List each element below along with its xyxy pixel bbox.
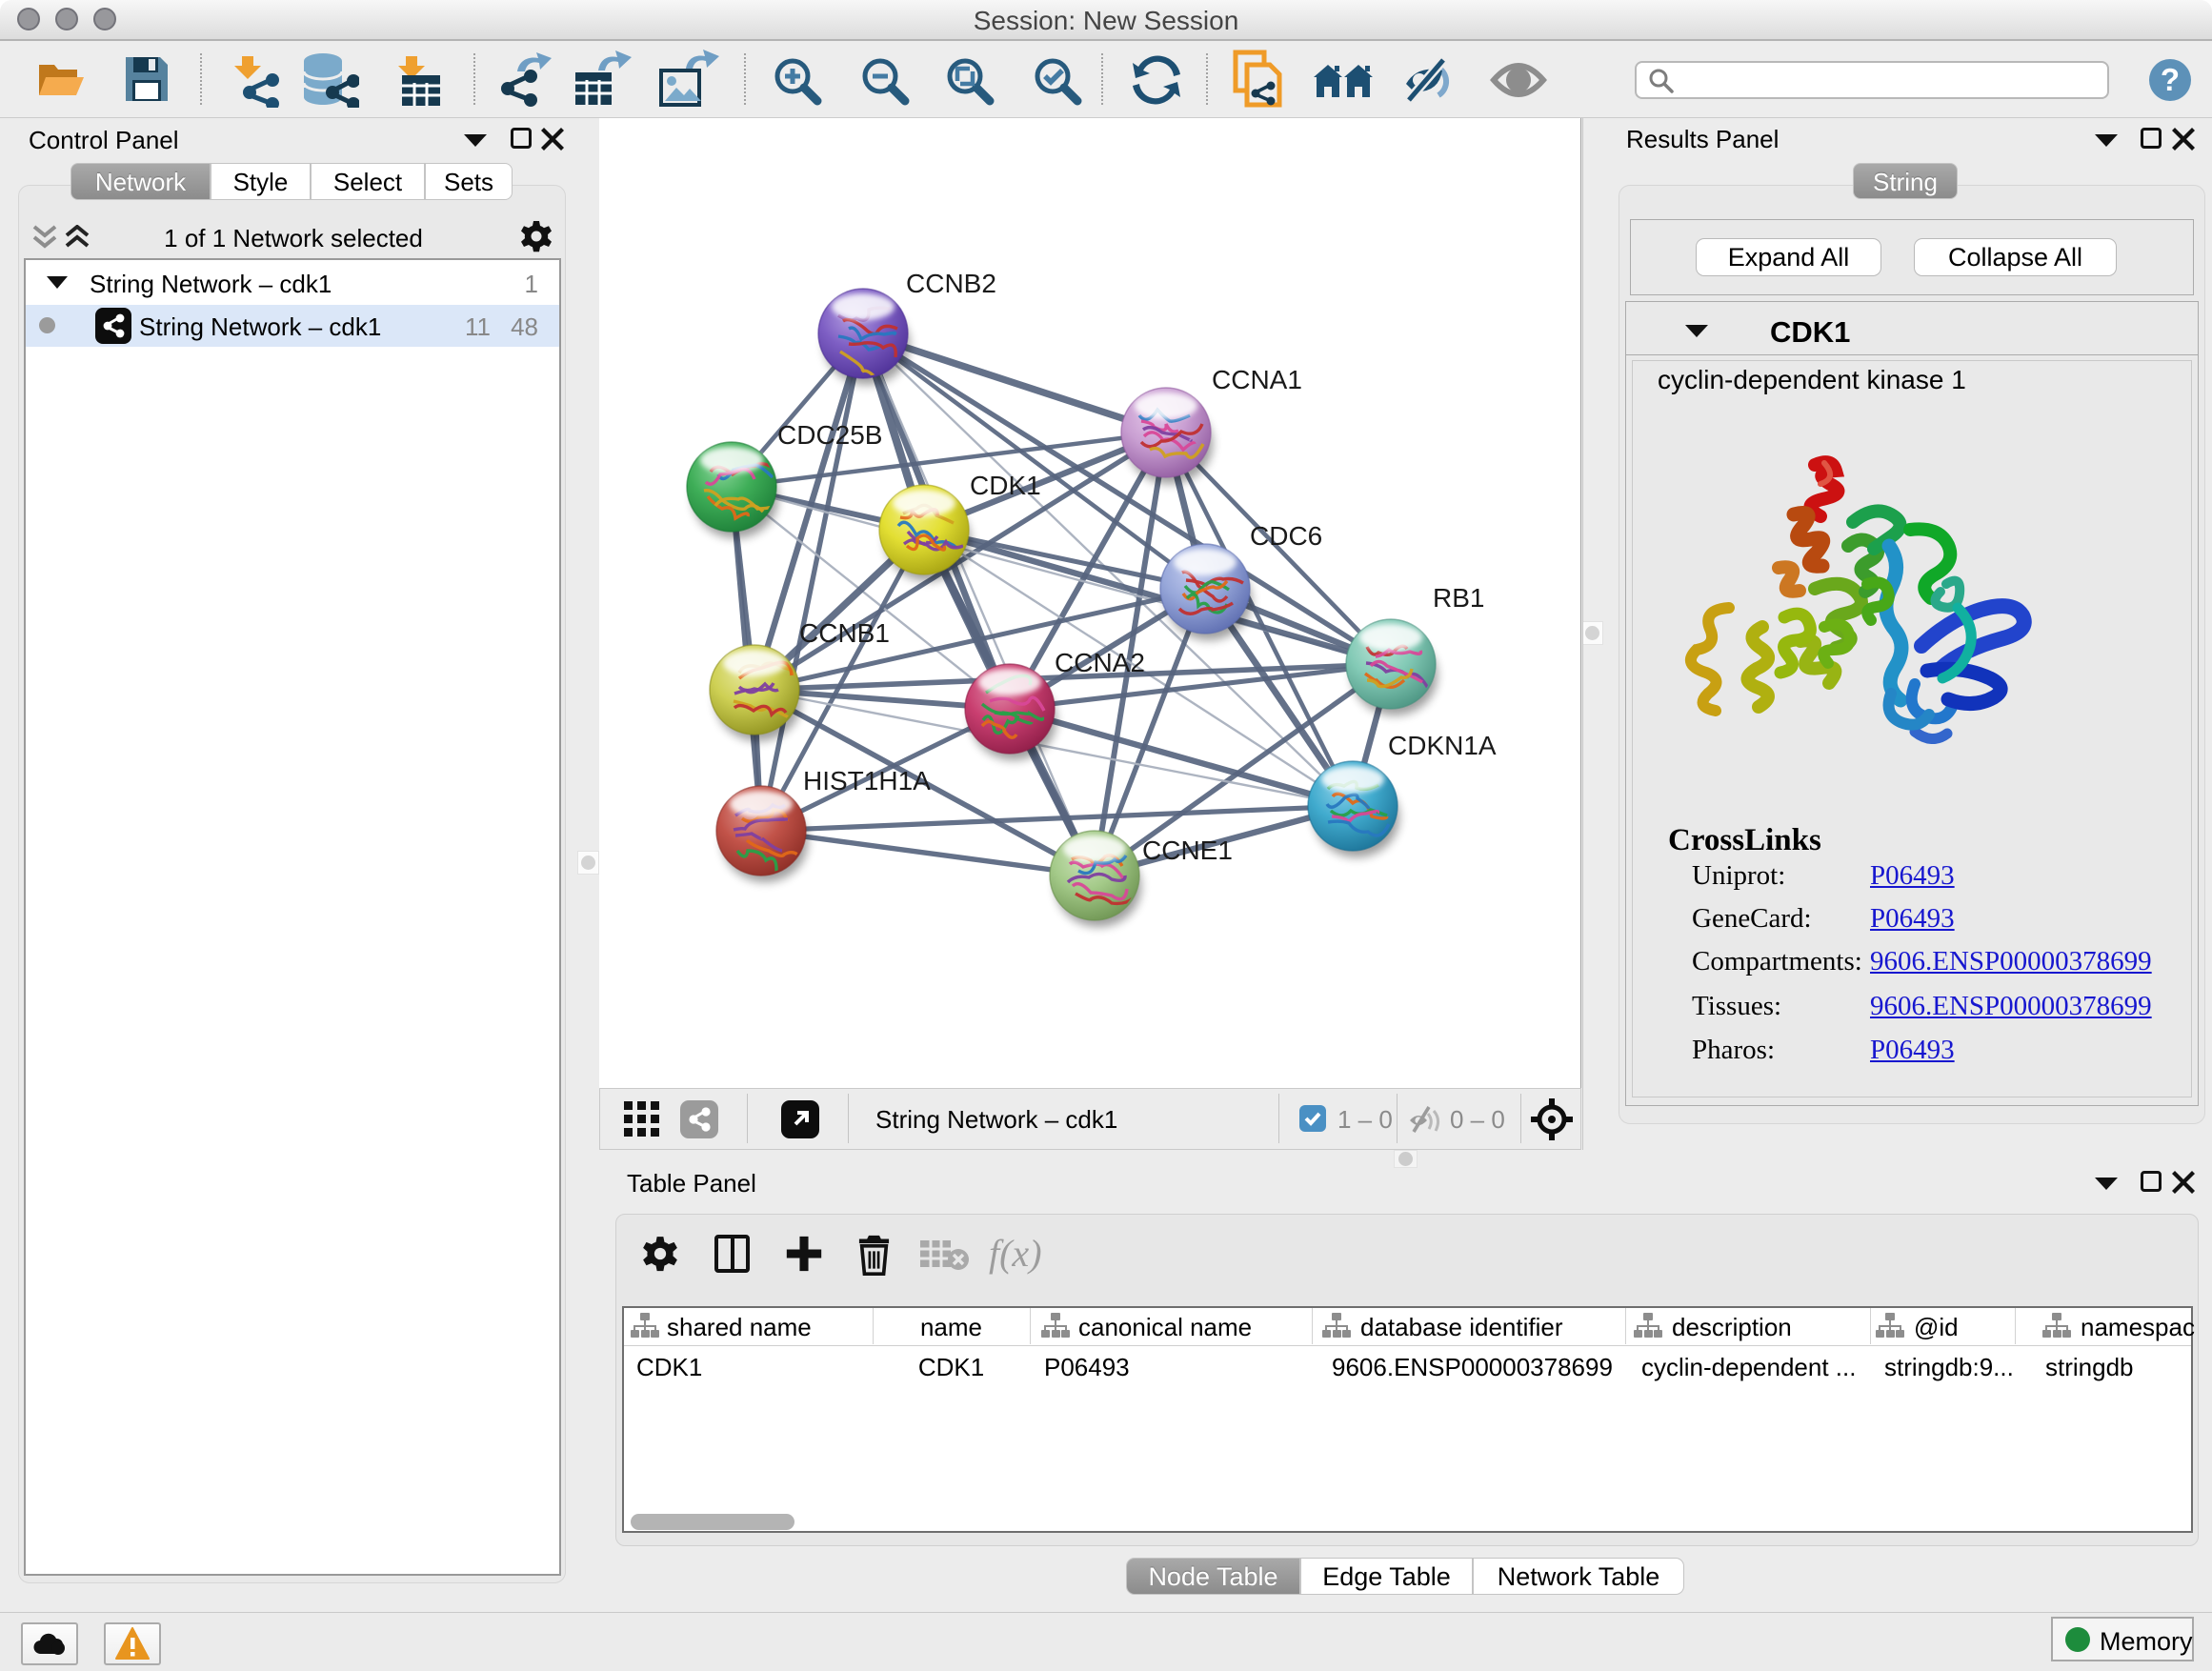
svg-text:CDC25B: CDC25B [777, 420, 882, 450]
svg-text:RB1: RB1 [1433, 583, 1484, 613]
svg-text:CDKN1A: CDKN1A [1388, 731, 1497, 760]
svg-text:CCNB1: CCNB1 [799, 618, 890, 648]
svg-text:CDC6: CDC6 [1250, 521, 1322, 551]
svg-text:HIST1H1A: HIST1H1A [803, 766, 931, 795]
svg-text:CCNE1: CCNE1 [1142, 836, 1233, 865]
svg-text:CCNB2: CCNB2 [906, 269, 996, 298]
svg-text:CCNA2: CCNA2 [1055, 648, 1145, 677]
svg-text:CDK1: CDK1 [970, 471, 1041, 500]
svg-text:CCNA1: CCNA1 [1212, 365, 1302, 394]
